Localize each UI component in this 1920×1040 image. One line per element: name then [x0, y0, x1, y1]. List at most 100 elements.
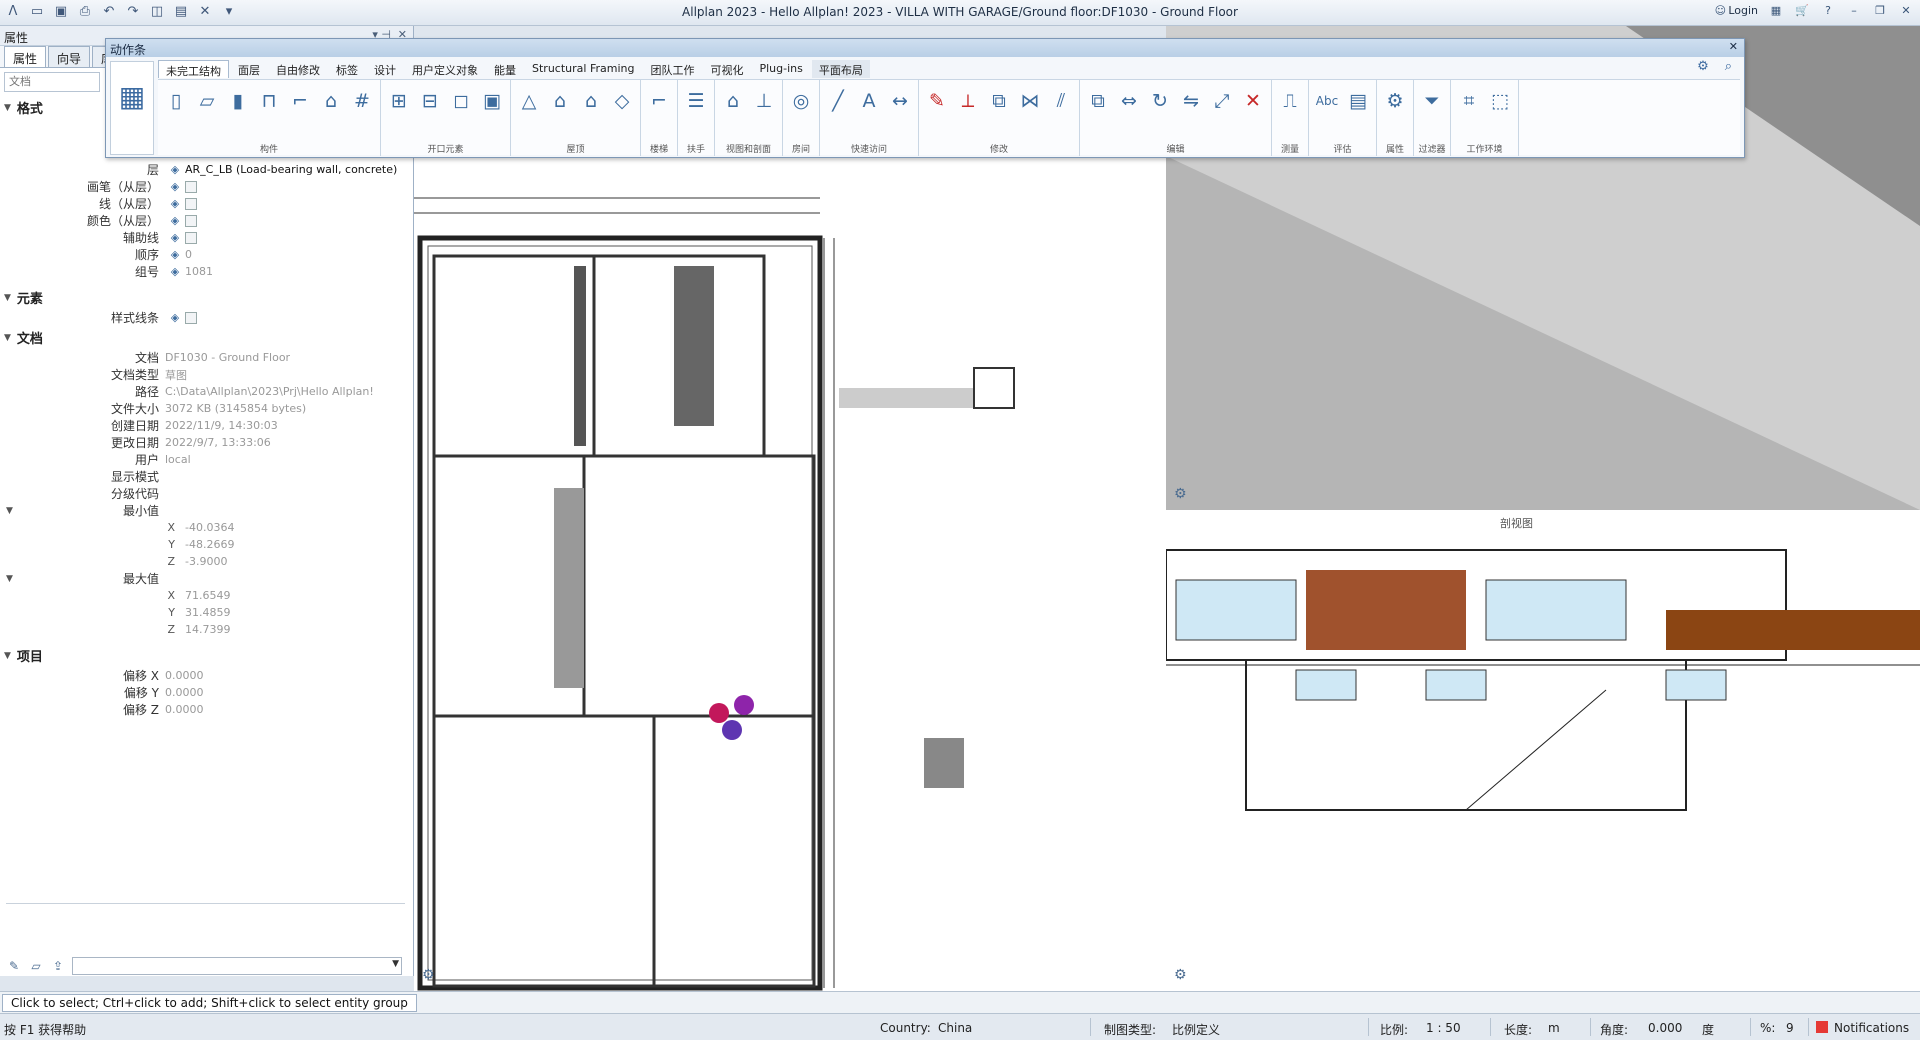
property-row[interactable]: 偏移 Z 0.0000 — [0, 701, 413, 718]
property-row[interactable]: 顺序 ◈ 0 — [0, 246, 413, 263]
section-document[interactable]: ▼ 文档 — [0, 326, 413, 349]
property-value[interactable]: 草图 — [165, 367, 187, 383]
navigation-icon[interactable]: ⚙ — [1174, 967, 1190, 983]
offset-icon[interactable]: ⧉ — [986, 86, 1012, 116]
angle-value[interactable]: 0.000 — [1648, 1021, 1682, 1035]
property-row[interactable]: Z -3.9000 — [0, 553, 413, 570]
property-checkbox[interactable] — [185, 231, 197, 244]
property-checkbox[interactable] — [185, 214, 197, 227]
property-row[interactable]: Z 14.7399 — [0, 621, 413, 638]
property-value[interactable]: 14.7399 — [185, 623, 231, 636]
rotate-icon[interactable]: ↻ — [1147, 86, 1173, 116]
property-value[interactable]: AR_C_LB (Load-bearing wall, concrete) — [185, 163, 397, 176]
property-row[interactable]: X 71.6549 — [0, 587, 413, 604]
property-value[interactable]: 2022/9/7, 13:33:06 — [165, 436, 271, 449]
stair-icon[interactable]: ⌐ — [287, 86, 313, 116]
door-icon[interactable]: ⊟ — [417, 86, 443, 116]
property-row[interactable]: X -40.0364 — [0, 519, 413, 536]
property-row[interactable]: 偏移 X 0.0000 — [0, 667, 413, 684]
property-row[interactable]: 分级代码 — [0, 485, 413, 502]
modify-icon[interactable]: ✎ — [924, 86, 950, 116]
settings-icon[interactable]: ⚙ — [1697, 59, 1709, 74]
property-value[interactable]: 1081 — [185, 265, 213, 278]
property-row[interactable]: 层 ◈ AR_C_LB (Load-bearing wall, concrete) — [0, 161, 413, 178]
min-values-header[interactable]: ▼ 最小值 — [0, 502, 413, 519]
palette-search-input[interactable] — [4, 72, 100, 92]
tab-finish[interactable]: 面层 — [231, 60, 267, 78]
tab-plugins[interactable]: Plug-ins — [752, 60, 809, 78]
text-icon[interactable]: A — [856, 86, 882, 116]
property-row[interactable]: 组号 ◈ 1081 — [0, 263, 413, 280]
property-value[interactable]: 71.6549 — [185, 589, 231, 602]
close-icon[interactable]: ✕ — [1898, 3, 1914, 19]
workspace-icon[interactable]: ⌗ — [1456, 86, 1482, 116]
property-checkbox[interactable] — [185, 311, 197, 324]
railing-icon[interactable]: ☰ — [683, 86, 709, 116]
split-icon[interactable]: ⫽ — [1048, 86, 1074, 116]
property-row[interactable]: 创建日期 2022/11/9, 14:30:03 — [0, 417, 413, 434]
scale-icon[interactable]: ⤢ — [1209, 86, 1235, 116]
property-row[interactable]: 文件大小 3072 KB (3145854 bytes) — [0, 400, 413, 417]
navigation-icon[interactable]: ⚙ — [1174, 486, 1190, 502]
tab-visualization[interactable]: 可视化 — [703, 60, 750, 78]
stair-tool-icon[interactable]: ⌐ — [646, 86, 672, 116]
filter-icon[interactable]: ⏷ — [1419, 86, 1445, 116]
dormer-icon[interactable]: ⌂ — [578, 86, 604, 116]
elevation-icon[interactable]: ⌂ — [720, 86, 746, 116]
join-icon[interactable]: ⋈ — [1017, 86, 1043, 116]
open-folder-icon[interactable]: ▱ — [28, 958, 44, 974]
section-icon[interactable]: ⊥ — [751, 86, 777, 116]
delete-icon[interactable]: ✕ — [1240, 86, 1266, 116]
text-label-icon[interactable]: Abc — [1314, 86, 1340, 116]
roof-icon[interactable]: ⌂ — [318, 86, 344, 116]
wall-icon[interactable]: ▯ — [163, 86, 189, 116]
property-value[interactable]: DF1030 - Ground Floor — [165, 351, 290, 364]
recess-icon[interactable]: ▣ — [479, 86, 505, 116]
opening-icon[interactable]: ◻ — [448, 86, 474, 116]
property-value[interactable]: local — [165, 453, 191, 466]
roof-plane-icon[interactable]: △ — [516, 86, 542, 116]
property-checkbox[interactable] — [185, 180, 197, 193]
grid-icon[interactable]: # — [349, 86, 375, 116]
property-value[interactable]: 2022/11/9, 14:30:03 — [165, 419, 278, 432]
tab-design[interactable]: 设计 — [367, 60, 403, 78]
tab-structural-framing[interactable]: Structural Framing — [525, 60, 641, 78]
mirror-icon[interactable]: ⇋ — [1178, 86, 1204, 116]
cart-icon[interactable]: 🛒 — [1794, 3, 1810, 19]
favorites-combo[interactable]: ▼ — [72, 957, 402, 975]
section-element[interactable]: ▼ 元素 — [0, 286, 413, 309]
property-row[interactable]: 偏移 Y 0.0000 — [0, 684, 413, 701]
navigation-icon[interactable]: ⚙ — [422, 967, 438, 983]
stretch-icon[interactable]: ⇔ — [1116, 86, 1142, 116]
property-value[interactable]: 3072 KB (3145854 bytes) — [165, 402, 306, 415]
minimize-icon[interactable]: – — [1846, 3, 1862, 19]
property-row[interactable]: 颜色（从层） ◈ — [0, 212, 413, 229]
property-checkbox[interactable] — [185, 197, 197, 210]
scale-value[interactable]: 1 : 50 — [1426, 1021, 1461, 1035]
select-icon[interactable]: ⬚ — [1487, 86, 1513, 116]
property-value[interactable]: 0.0000 — [165, 669, 204, 682]
trim-icon[interactable]: ⟂ — [955, 86, 981, 116]
tab-unfinished-structure[interactable]: 未完工结构 — [158, 60, 229, 78]
property-row[interactable]: 辅助线 ◈ — [0, 229, 413, 246]
line-icon[interactable]: ╱ — [825, 86, 851, 116]
property-row[interactable]: 样式线条 ◈ — [0, 309, 413, 326]
property-row[interactable]: 文档类型 草图 — [0, 366, 413, 383]
property-row[interactable]: 文档 DF1030 - Ground Floor — [0, 349, 413, 366]
skylight-icon[interactable]: ◇ — [609, 86, 635, 116]
window-icon[interactable]: ⊞ — [386, 86, 412, 116]
tab-label[interactable]: 标签 — [329, 60, 365, 78]
property-value[interactable]: -3.9000 — [185, 555, 227, 568]
help-icon[interactable]: ? — [1820, 3, 1836, 19]
property-row[interactable]: Y 31.4859 — [0, 604, 413, 621]
roof-cover-icon[interactable]: ⌂ — [547, 86, 573, 116]
property-value[interactable]: 0.0000 — [165, 686, 204, 699]
property-row[interactable]: 线（从层） ◈ — [0, 195, 413, 212]
property-row[interactable]: 画笔（从层） ◈ — [0, 178, 413, 195]
property-row[interactable]: Y -48.2669 — [0, 536, 413, 553]
property-value[interactable]: -40.0364 — [185, 521, 234, 534]
room-icon[interactable]: ◎ — [788, 86, 814, 116]
notifications-button[interactable]: Notifications — [1816, 1021, 1909, 1035]
copy-icon[interactable]: ⧉ — [1085, 86, 1111, 116]
max-values-header[interactable]: ▼ 最大值 — [0, 570, 413, 587]
